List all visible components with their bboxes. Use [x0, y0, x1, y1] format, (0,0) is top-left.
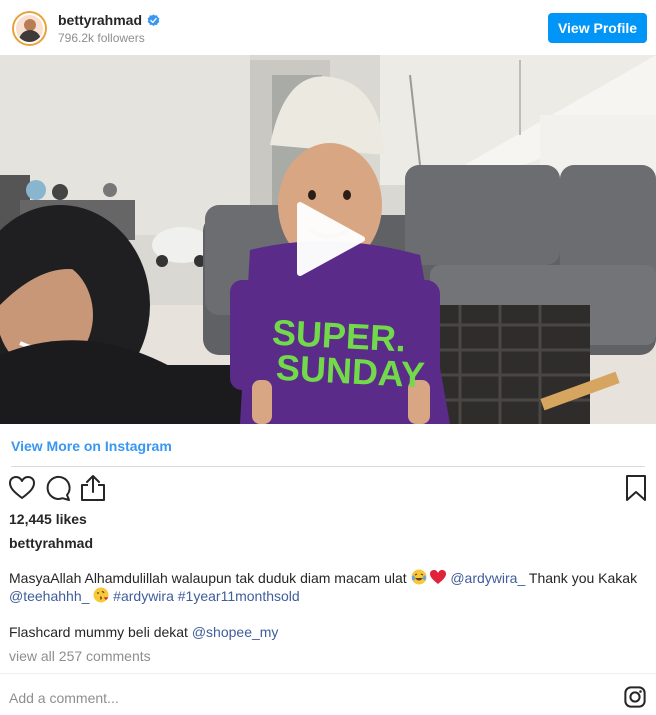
view-all-comments-link[interactable]: view all 257 comments — [9, 648, 151, 664]
caption-line-2: @teehahhh_ #ardywira #1year11monthsold — [9, 587, 647, 605]
comment-icon[interactable] — [44, 474, 72, 502]
caption-text: Thank you Kakak — [528, 570, 638, 586]
caption-text: MasyaAllah Alhamdulillah walaupun tak du… — [9, 570, 407, 586]
caption-line-3: Flashcard mummy beli dekat @shopee_my — [9, 623, 647, 641]
divider — [0, 673, 656, 674]
kiss-emoji — [93, 587, 109, 603]
post-header: bettyrahmad 796.2k followers View Profil… — [0, 0, 656, 56]
mention-link[interactable]: @teehahhh_ — [9, 588, 89, 604]
mention-link[interactable]: @shopee_my — [192, 624, 279, 640]
bookmark-icon[interactable] — [622, 474, 650, 502]
mention-link[interactable]: @ardywira_ — [450, 570, 525, 586]
divider — [11, 466, 645, 467]
owner-username[interactable]: bettyrahmad — [9, 535, 93, 551]
red-heart-emoji — [430, 570, 447, 584]
username-link[interactable]: bettyrahmad — [58, 12, 142, 28]
username-row: bettyrahmad — [58, 12, 160, 28]
caption-line-1: MasyaAllah Alhamdulillah walaupun tak du… — [9, 569, 647, 587]
avatar-image — [14, 13, 45, 44]
video-player[interactable]: SUPER. SUNDAY — [0, 55, 656, 424]
instagram-logo-icon[interactable] — [624, 686, 646, 708]
view-profile-button[interactable]: View Profile — [548, 13, 647, 43]
like-count: 12,445 likes — [9, 511, 87, 527]
video-frame: SUPER. SUNDAY — [0, 55, 656, 424]
avatar[interactable] — [12, 11, 47, 46]
action-bar — [0, 474, 656, 504]
verified-badge-icon — [147, 13, 160, 26]
view-more-link[interactable]: View More on Instagram — [11, 438, 172, 454]
caption-text: Flashcard mummy beli dekat — [9, 624, 188, 640]
post-caption: MasyaAllah Alhamdulillah walaupun tak du… — [9, 569, 647, 641]
laughing-tears-emoji — [411, 569, 427, 585]
shirt-text-line-2: SUNDAY — [275, 347, 426, 396]
follower-count: 796.2k followers — [58, 31, 145, 45]
add-comment-input[interactable]: Add a comment... — [9, 690, 119, 706]
hashtag-link[interactable]: #ardywira — [113, 588, 174, 604]
share-icon[interactable] — [79, 474, 107, 502]
hashtag-link[interactable]: #1year11monthsold — [178, 588, 300, 604]
heart-icon[interactable] — [8, 474, 36, 502]
